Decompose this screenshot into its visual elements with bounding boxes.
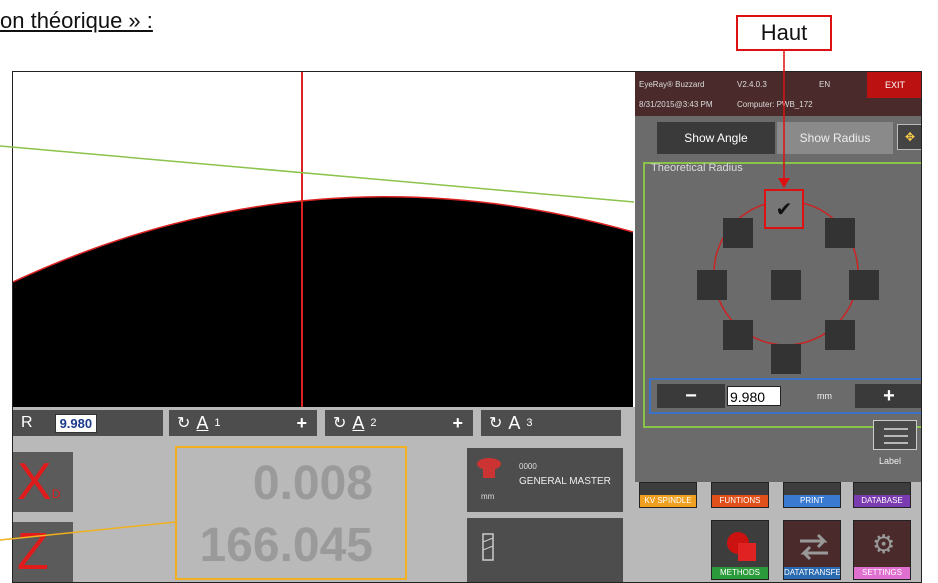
a1-subscript: 1: [214, 417, 221, 429]
exit-button[interactable]: EXIT: [867, 72, 921, 98]
label-text: Label: [879, 456, 902, 466]
vertical-crosshair: [301, 72, 303, 407]
database-label: DATABASE: [854, 495, 910, 507]
increase-button[interactable]: +: [855, 384, 921, 408]
radius-readout[interactable]: R 9.980: [13, 410, 163, 436]
radius-unit: mm: [817, 391, 832, 401]
device-screen: R 9.980 ↻ A1 + ↻ A2 + ↻ A3 XD Z 0.008 16…: [12, 71, 922, 583]
z-axis-button[interactable]: Z: [13, 522, 73, 582]
decrease-button[interactable]: −: [657, 384, 725, 408]
methods-label: METHODS: [712, 567, 768, 579]
upper-left-position-button[interactable]: [723, 218, 753, 248]
print-button[interactable]: PRINT: [783, 482, 841, 508]
annotation-heading: on théorique » :: [0, 8, 153, 33]
x-axis-button[interactable]: XD: [13, 452, 73, 512]
x-value: 0.008: [252, 457, 373, 510]
a1-plus-icon[interactable]: +: [296, 413, 307, 434]
a1-label: A: [196, 412, 209, 433]
tool-unit: mm: [481, 492, 495, 501]
top-position-checkbox[interactable]: ✔: [764, 189, 804, 229]
move-arrows-icon[interactable]: ✥: [897, 124, 921, 150]
theoretical-radius-panel: EyeRay® Buzzard V2.4.0.3 EN EXIT 8/31/20…: [635, 72, 921, 482]
bottom-position-button[interactable]: [771, 344, 801, 374]
angle-a2-cell[interactable]: ↻ A2 +: [325, 410, 473, 436]
rotate-icon: ↻: [489, 415, 503, 432]
angle-a3-cell[interactable]: ↻ A3: [481, 410, 621, 436]
a3-subscript: 3: [526, 417, 533, 429]
a2-plus-icon[interactable]: +: [452, 413, 463, 434]
app-language: EN: [819, 80, 831, 89]
angle-a1-cell[interactable]: ↻ A1 +: [169, 410, 317, 436]
print-label: PRINT: [784, 495, 840, 507]
label-lines-icon: [884, 428, 908, 444]
a3-label: A: [508, 412, 521, 433]
panel-status-bar: EyeRay® Buzzard V2.4.0.3 EN EXIT 8/31/20…: [635, 72, 921, 116]
transfer-arrows-icon: [800, 533, 828, 561]
lower-right-position-button[interactable]: [825, 320, 855, 350]
app-computer: Computer: PWB_172: [737, 100, 813, 109]
tool-holder-icon: [477, 458, 501, 478]
radius-label: R: [21, 414, 33, 431]
app-name: EyeRay® Buzzard: [639, 80, 705, 89]
tool-info-panel[interactable]: 0000 GENERAL MASTER mm: [467, 448, 623, 512]
show-angle-button[interactable]: Show Angle: [657, 122, 775, 154]
theoretical-radius-title: Theoretical Radius: [651, 162, 743, 174]
gear-icon: ⚙: [872, 529, 896, 559]
dro-highlight: 0.008 166.045: [175, 446, 407, 580]
haut-callout: Haut: [736, 15, 832, 51]
end-mill-icon: [482, 533, 494, 561]
funtions-button[interactable]: FUNTIONS: [711, 482, 769, 508]
z-axis-label: Z: [17, 523, 49, 581]
center-position-button[interactable]: [771, 270, 801, 300]
funtions-label: FUNTIONS: [712, 495, 768, 507]
app-datetime: 8/31/2015@3:43 PM: [639, 100, 713, 109]
upper-right-position-button[interactable]: [825, 218, 855, 248]
label-icon[interactable]: [873, 420, 917, 450]
right-position-button[interactable]: [849, 270, 879, 300]
tool-type-panel[interactable]: [467, 518, 623, 582]
x-axis-subscript: D: [51, 487, 61, 501]
methods-icon: [727, 532, 756, 561]
tool-code: 0000: [519, 462, 537, 471]
rotate-icon: ↻: [177, 415, 191, 432]
lower-left-position-button[interactable]: [723, 320, 753, 350]
a2-subscript: 2: [370, 417, 377, 429]
left-position-button[interactable]: [697, 270, 727, 300]
settings-button[interactable]: ⚙ SETTINGS: [853, 520, 911, 580]
datatransfer-label: DATATRANSFER: [784, 567, 841, 579]
radius-value-input[interactable]: 9.980: [727, 386, 781, 406]
rotate-icon: ↻: [333, 415, 347, 432]
app-version: V2.4.0.3: [737, 80, 767, 89]
a2-label: A: [352, 412, 365, 433]
tool-name: GENERAL MASTER: [519, 476, 611, 487]
x-axis-label: X: [17, 453, 52, 511]
show-radius-button[interactable]: Show Radius: [777, 122, 893, 154]
settings-label: SETTINGS: [854, 567, 910, 579]
kv-spindle-button[interactable]: KV SPINDLE: [639, 482, 697, 508]
radius-value-row: − 9.980 mm +: [649, 378, 921, 414]
kv-spindle-label: KV SPINDLE: [640, 495, 696, 507]
radius-value: 9.980: [54, 413, 98, 433]
datatransfer-button[interactable]: DATATRANSFER: [783, 520, 841, 580]
methods-button[interactable]: METHODS: [711, 520, 769, 580]
z-value: 166.045: [199, 519, 373, 572]
database-button[interactable]: DATABASE: [853, 482, 911, 508]
